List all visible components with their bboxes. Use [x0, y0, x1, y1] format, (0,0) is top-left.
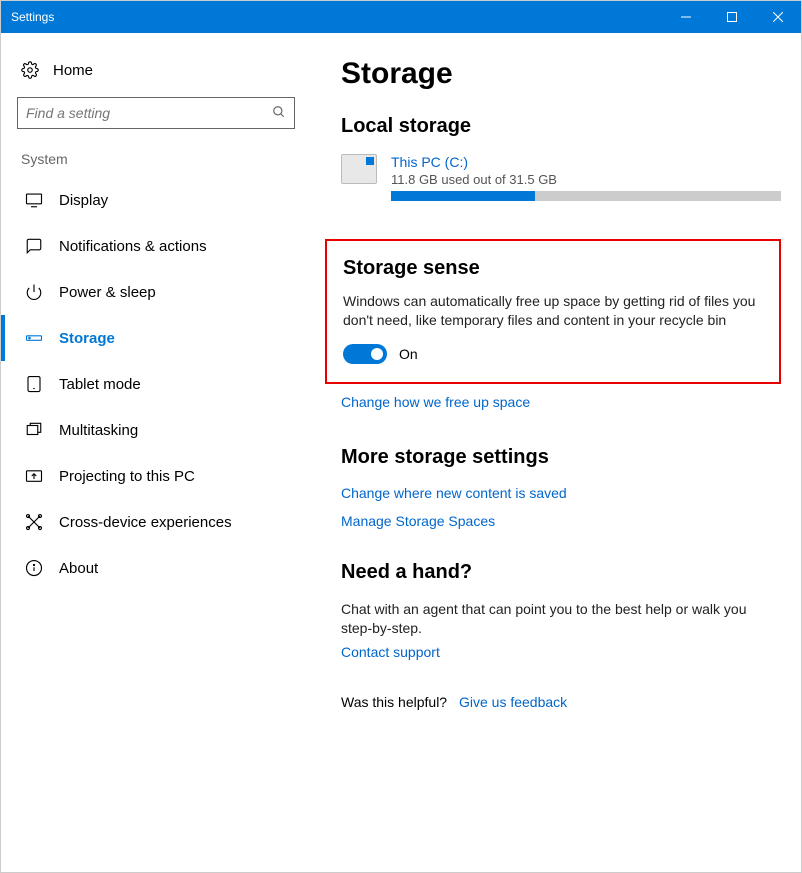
titlebar: Settings — [1, 1, 801, 33]
nav-label: Power & sleep — [59, 284, 156, 301]
info-icon — [25, 559, 43, 577]
storage-sense-toggle[interactable] — [343, 344, 387, 364]
link-icon — [25, 513, 43, 531]
multitask-icon — [25, 421, 43, 439]
gear-icon — [21, 61, 39, 79]
storage-icon — [25, 329, 43, 347]
maximize-button[interactable] — [709, 1, 755, 33]
nav-label: Display — [59, 192, 108, 209]
search-input[interactable] — [26, 105, 272, 121]
nav-label: Cross-device experiences — [59, 514, 232, 531]
feedback-prompt: Was this helpful? — [341, 694, 447, 710]
home-button[interactable]: Home — [1, 51, 311, 97]
power-icon — [25, 283, 43, 301]
nav-label: Storage — [59, 330, 115, 347]
main-content: Storage Local storage This PC (C:) 11.8 … — [311, 33, 801, 872]
feedback-row: Was this helpful? Give us feedback — [341, 694, 781, 710]
home-label: Home — [53, 62, 93, 79]
nav-power[interactable]: Power & sleep — [1, 269, 311, 315]
toggle-state-label: On — [399, 346, 418, 362]
local-storage-title: Local storage — [341, 115, 781, 138]
change-content-location-link[interactable]: Change where new content is saved — [341, 485, 781, 501]
window-title: Settings — [11, 10, 663, 24]
nav-storage[interactable]: Storage — [1, 315, 311, 361]
more-settings-title: More storage settings — [341, 446, 781, 469]
nav-projecting[interactable]: Projecting to this PC — [1, 453, 311, 499]
category-label: System — [1, 151, 311, 177]
manage-storage-spaces-link[interactable]: Manage Storage Spaces — [341, 513, 781, 529]
sidebar: Home System Display Notifications & acti… — [1, 33, 311, 872]
storage-sense-description: Windows can automatically free up space … — [343, 292, 763, 330]
nav-label: Projecting to this PC — [59, 468, 195, 485]
nav-label: Multitasking — [59, 422, 138, 439]
disk-name: This PC (C:) — [391, 154, 781, 170]
tablet-icon — [25, 375, 43, 393]
nav-notifications[interactable]: Notifications & actions — [1, 223, 311, 269]
nav-label: Tablet mode — [59, 376, 141, 393]
contact-support-link[interactable]: Contact support — [341, 644, 781, 660]
nav-display[interactable]: Display — [1, 177, 311, 223]
nav-label: Notifications & actions — [59, 238, 207, 255]
nav-about[interactable]: About — [1, 545, 311, 591]
help-description: Chat with an agent that can point you to… — [341, 600, 761, 638]
minimize-button[interactable] — [663, 1, 709, 33]
storage-sense-highlight: Storage sense Windows can automatically … — [325, 239, 781, 384]
monitor-icon — [25, 191, 43, 209]
storage-sense-title: Storage sense — [343, 257, 763, 280]
disk-icon — [341, 154, 377, 184]
feedback-link[interactable]: Give us feedback — [459, 694, 567, 710]
search-icon — [272, 105, 286, 122]
help-title: Need a hand? — [341, 561, 781, 584]
nav-tablet[interactable]: Tablet mode — [1, 361, 311, 407]
message-icon — [25, 237, 43, 255]
nav-crossdevice[interactable]: Cross-device experiences — [1, 499, 311, 545]
nav-label: About — [59, 560, 98, 577]
nav-multitasking[interactable]: Multitasking — [1, 407, 311, 453]
change-free-space-link[interactable]: Change how we free up space — [341, 394, 781, 410]
disk-usage-text: 11.8 GB used out of 31.5 GB — [391, 172, 781, 187]
disk-bar-fill — [391, 191, 535, 201]
close-button[interactable] — [755, 1, 801, 33]
search-box[interactable] — [17, 97, 295, 129]
project-icon — [25, 467, 43, 485]
disk-row[interactable]: This PC (C:) 11.8 GB used out of 31.5 GB — [341, 154, 781, 201]
disk-usage-bar — [391, 191, 781, 201]
page-title: Storage — [341, 57, 781, 91]
